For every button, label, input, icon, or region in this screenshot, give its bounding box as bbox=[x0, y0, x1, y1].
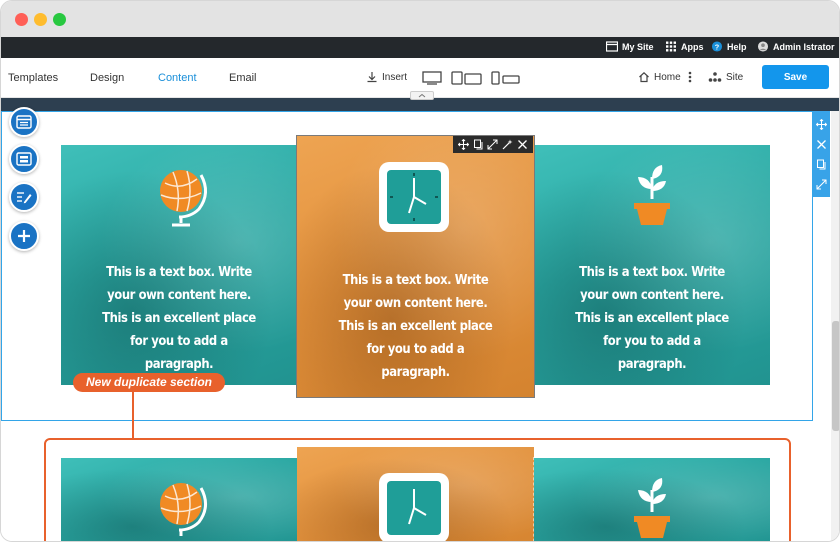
browser-window: My Site Apps ? Help Admin Istrator Templ… bbox=[0, 0, 840, 542]
window-titlebar bbox=[1, 1, 839, 37]
tab-email[interactable]: Email bbox=[229, 72, 257, 84]
section-side-panel bbox=[813, 111, 830, 197]
help-link[interactable]: ? Help bbox=[711, 41, 747, 52]
tablet-icon[interactable] bbox=[451, 71, 483, 85]
tab-design[interactable]: Design bbox=[90, 72, 124, 84]
plant-icon bbox=[634, 165, 670, 225]
admin-bar: My Site Apps ? Help Admin Istrator bbox=[1, 37, 839, 58]
mobile-icon[interactable] bbox=[491, 71, 521, 85]
grid-icon bbox=[666, 41, 676, 52]
card-text[interactable]: This is a text box. Write your own conte… bbox=[551, 261, 754, 376]
callout-connector bbox=[132, 391, 134, 439]
edit-text-button[interactable] bbox=[9, 182, 39, 212]
new-duplicate-section-outline bbox=[44, 438, 791, 541]
section-icon bbox=[16, 152, 32, 166]
move-icon[interactable] bbox=[457, 139, 469, 150]
resize-icon[interactable] bbox=[816, 179, 827, 190]
resize-icon[interactable] bbox=[487, 139, 498, 150]
site-label: Site bbox=[726, 71, 744, 83]
clock-icon bbox=[379, 162, 449, 232]
user-menu[interactable]: Admin Istrator bbox=[757, 41, 835, 52]
feature-card-1[interactable]: This is a text box. Write your own conte… bbox=[60, 144, 298, 386]
browser-icon bbox=[606, 41, 618, 52]
download-icon bbox=[367, 72, 377, 83]
magic-wand-icon[interactable] bbox=[502, 139, 513, 150]
close-icon[interactable] bbox=[517, 139, 528, 150]
insert-button[interactable]: Insert bbox=[366, 71, 407, 83]
home-button[interactable]: Home bbox=[638, 71, 681, 83]
my-site-label: My Site bbox=[622, 41, 654, 52]
tab-templates[interactable]: Templates bbox=[8, 72, 58, 84]
card-toolbar bbox=[453, 136, 533, 153]
add-element-button[interactable] bbox=[9, 221, 39, 251]
close-window-button[interactable] bbox=[15, 13, 28, 26]
apps-link[interactable]: Apps bbox=[665, 41, 704, 52]
help-icon: ? bbox=[711, 41, 723, 52]
feature-card-2[interactable]: This is a text box. Write your own conte… bbox=[297, 136, 534, 397]
more-vertical-icon[interactable] bbox=[688, 71, 692, 83]
move-icon[interactable] bbox=[816, 118, 827, 130]
edit-text-icon bbox=[17, 192, 32, 204]
help-label: Help bbox=[727, 41, 747, 52]
maximize-window-button[interactable] bbox=[53, 13, 66, 26]
card-text[interactable]: This is a text box. Write your own conte… bbox=[78, 261, 281, 376]
feature-card-3[interactable]: This is a text box. Write your own conte… bbox=[533, 144, 771, 386]
apps-label: Apps bbox=[681, 41, 704, 52]
minimize-window-button[interactable] bbox=[34, 13, 47, 26]
copy-icon[interactable] bbox=[816, 159, 827, 170]
svg-text:?: ? bbox=[715, 42, 720, 51]
globe-icon bbox=[160, 170, 207, 227]
home-label: Home bbox=[654, 71, 681, 83]
section-button[interactable] bbox=[9, 144, 39, 174]
insert-label: Insert bbox=[382, 71, 408, 83]
site-button[interactable]: Site bbox=[708, 71, 743, 83]
card-text[interactable]: This is a text box. Write your own conte… bbox=[314, 269, 518, 384]
add-icon bbox=[18, 230, 30, 242]
scrollbar-thumb[interactable] bbox=[832, 321, 839, 431]
copy-icon[interactable] bbox=[473, 139, 484, 150]
sitemap-icon bbox=[708, 72, 722, 82]
close-icon[interactable] bbox=[816, 139, 827, 150]
layout-icon bbox=[16, 115, 32, 129]
avatar-icon bbox=[757, 41, 769, 52]
tab-content[interactable]: Content bbox=[158, 72, 197, 84]
my-site-link[interactable]: My Site bbox=[606, 41, 654, 52]
layout-button[interactable] bbox=[9, 107, 39, 137]
user-name: Admin Istrator bbox=[773, 41, 835, 52]
new-duplicate-section-label: New duplicate section bbox=[73, 373, 225, 392]
desktop-icon[interactable] bbox=[422, 71, 442, 85]
home-icon bbox=[639, 71, 649, 83]
collapse-toolbar-toggle[interactable] bbox=[410, 91, 434, 100]
save-button[interactable]: Save bbox=[762, 65, 829, 89]
chevron-up-icon bbox=[418, 93, 426, 98]
